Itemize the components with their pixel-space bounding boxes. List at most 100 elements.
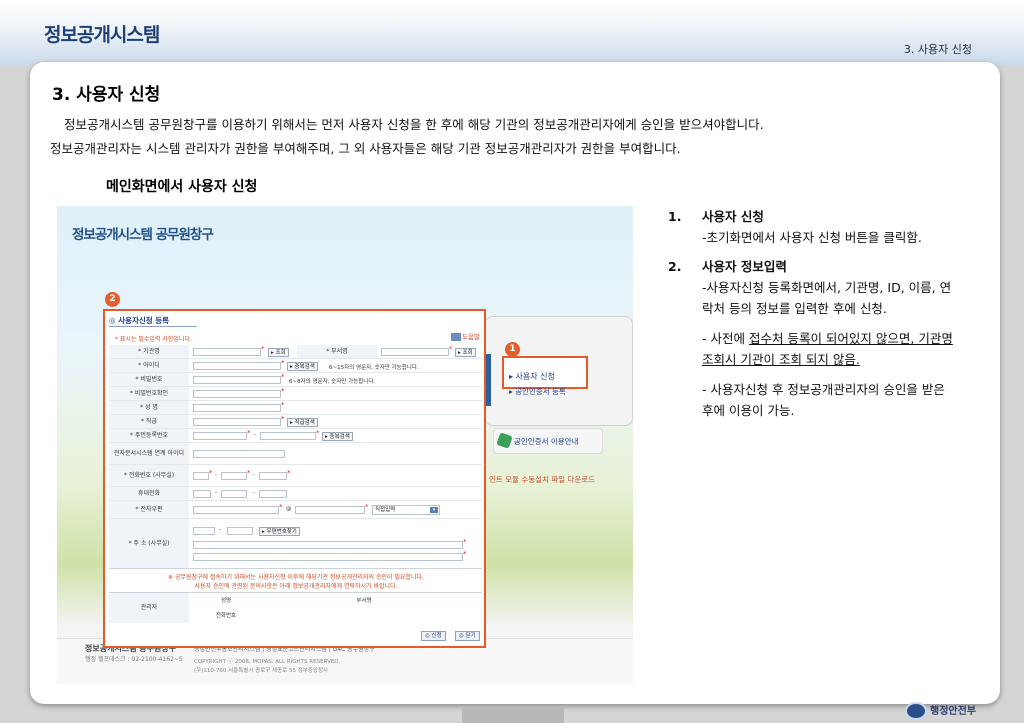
cert-guide-button[interactable]: 공인인증서 이용안내	[493, 428, 603, 454]
mobile-input-2[interactable]	[221, 490, 247, 498]
address-input-1[interactable]	[193, 541, 463, 549]
password-confirm-input[interactable]	[193, 390, 281, 398]
mobile-input-3[interactable]	[259, 490, 287, 498]
footer-copyright: COPYRIGHT ⓒ 2008, MOPAS. ALL RIGHTS RESE…	[194, 658, 340, 676]
required-mark: *	[261, 345, 265, 353]
password-confirm-label: * 비밀번호확인	[109, 387, 189, 400]
step-badge-2: 2	[105, 292, 120, 307]
address-input-2[interactable]	[193, 553, 463, 561]
ministry-name: 행정안전부	[930, 706, 976, 717]
dash-1-prefix: - 사전에	[702, 331, 749, 346]
row-mobile: 휴대전화 - -	[109, 487, 482, 501]
header-band: 정보공개시스템 3. 사용자 신청	[0, 0, 1024, 66]
row-rrn: * 주민등록번호 * - * ▸ 중복검색	[109, 429, 482, 443]
row-password-confirm: * 비밀번호확인 *	[109, 387, 482, 401]
breadcrumb: 3. 사용자 신청	[903, 43, 972, 56]
password-input[interactable]	[193, 376, 281, 384]
chevron-down-icon: ▾	[430, 507, 438, 513]
certificate-icon	[496, 432, 513, 449]
email-domain-input[interactable]	[295, 506, 365, 514]
scroll-tab[interactable]	[462, 706, 564, 723]
intro-line-1: 정보공개시스템 공무원창구를 이용하기 위해서는 먼저 사용자 신청을 한 후에…	[64, 117, 764, 132]
required-mark: *	[365, 503, 369, 511]
note-dash-1: - 사전에 접수처 등록이 되어있지 않으면, 기관명 조회시 기관이 조회 되…	[668, 328, 953, 370]
zip-input-1[interactable]	[193, 527, 215, 535]
brand-title: 정보공개시스템	[44, 24, 160, 46]
position-label: * 직급	[109, 415, 189, 428]
id-hint: 6~15자의 영문자, 숫자만 가능합니다.	[329, 365, 419, 371]
row-email: * 전자우편 * @ * 직접입력 ▾	[109, 501, 482, 519]
help-icon	[451, 333, 462, 341]
email-at: @	[286, 506, 292, 512]
email-user-input[interactable]	[193, 506, 279, 514]
mobile-input-1[interactable]	[193, 490, 211, 498]
note-heading-2: 사용자 정보입력	[702, 259, 787, 274]
note-body-1: -초기화면에서 사용자 신청 버튼을 클릭함.	[702, 230, 922, 245]
row-address: * 주 소 (사무실) - ▸ 우편번호찾기 * *	[109, 519, 482, 569]
mobile-label: 휴대전화	[109, 487, 189, 500]
rrn-first-input[interactable]	[193, 432, 247, 440]
dash: -	[215, 472, 217, 478]
org-search-button[interactable]: ▸ 조회	[268, 348, 289, 357]
required-mark: *	[281, 401, 285, 409]
dept-input[interactable]	[381, 348, 449, 356]
required-mark: *	[281, 373, 285, 381]
tel-input-2[interactable]	[221, 472, 247, 480]
intro-line-2: 정보공개관리자는 시스템 관리자가 권한을 부여해주며, 그 외 사용자들은 해…	[50, 141, 681, 156]
row-position: * 직급 * ▸ 직급검색	[109, 415, 482, 429]
close-button[interactable]: ◎ 닫기	[455, 631, 480, 641]
manager-label: 관리자	[109, 593, 189, 623]
id-dup-check-button[interactable]: ▸ 중복검색	[287, 362, 318, 371]
required-mark: *	[463, 550, 467, 558]
row-name: * 성 명 *	[109, 401, 482, 415]
footer-tel: 행정 헬프데스크 : 02-2100-4162~5	[85, 656, 183, 663]
dept-label: * 부서명	[297, 345, 377, 358]
dash: -	[215, 490, 217, 496]
step-badge-1: 1	[505, 342, 520, 357]
download-link[interactable]: 인트 모듈 수동설치 파일 다운로드	[489, 474, 595, 485]
name-input[interactable]	[193, 404, 281, 412]
note-number-1: 1.	[668, 209, 682, 224]
password-label: * 비밀번호	[109, 373, 189, 386]
address-line: (우)110-760 서울특별시 종로구 세종로 55 정부중앙청사	[194, 668, 329, 674]
cert-register-link[interactable]: ▸ 공인인증서 등록	[509, 386, 566, 397]
tel-input-1[interactable]	[193, 472, 209, 480]
row-password: * 비밀번호 * 6~8자의 영문자, 숫자만 가능합니다.	[109, 373, 482, 387]
org-input[interactable]	[193, 348, 261, 356]
org-label: * 기관명	[109, 345, 189, 358]
tel-input-3[interactable]	[259, 472, 287, 480]
tel-label: * 전화번호 (사무실)	[109, 465, 189, 486]
required-mark: *	[281, 359, 285, 367]
intro-paragraph: 정보공개시스템 공무원창구를 이용하기 위해서는 먼저 사용자 신청을 한 후에…	[50, 113, 970, 161]
edoc-id-input[interactable]	[193, 450, 285, 458]
section-title: 3. 사용자 신청	[52, 85, 161, 105]
notice-line-2: 사용자 승인에 관련된 문의사항은 아래 정보공개관리자에게 연락하시기 바랍니…	[194, 583, 398, 590]
dash: -	[253, 472, 255, 478]
help-button[interactable]: 도움말	[451, 331, 480, 341]
position-input[interactable]	[193, 418, 281, 426]
edoc-id-label: 전자문서시스템 연계 아이디	[109, 443, 189, 464]
id-input[interactable]	[193, 362, 281, 370]
email-select-value: 직접입력	[375, 507, 396, 513]
dept-search-button[interactable]: ▸ 조회	[455, 348, 476, 357]
instruction-notes: 1. 사용자 신청 -초기화면에서 사용자 신청 버튼을 클릭함. 2. 사용자…	[668, 206, 953, 421]
manager-table: 관리자 성명 부서명 전화번호	[109, 592, 482, 623]
dash: -	[254, 432, 256, 438]
zip-search-button[interactable]: ▸ 우편번호찾기	[259, 527, 300, 536]
manager-dept-label: 부서명	[356, 598, 372, 604]
rrn-second-input[interactable]	[260, 432, 316, 440]
required-note: * 표시는 필수입력 사항입니다.	[115, 336, 192, 343]
manager-name-label: 성명	[220, 598, 232, 604]
dash: -	[253, 490, 255, 496]
rrn-dup-check-button[interactable]: ▸ 중복검색	[322, 432, 353, 441]
user-registration-form: ◎ 사용자신청 등록 * 표시는 필수입력 사항입니다. 도움말 * 기관명 *…	[103, 309, 486, 648]
zip-input-2[interactable]	[227, 527, 253, 535]
submit-button[interactable]: ◎ 신청	[421, 631, 446, 641]
approval-notice: ※ 공무원창구에 접속하기 위해서는 사용자신청 이후에 해당기관 정보공개관리…	[111, 573, 481, 591]
user-apply-link[interactable]: ▸ 사용자 신청	[509, 371, 555, 382]
position-search-button[interactable]: ▸ 직급검색	[287, 418, 318, 427]
email-domain-select[interactable]: 직접입력 ▾	[372, 505, 440, 515]
copyright-line: COPYRIGHT ⓒ 2008, MOPAS. ALL RIGHTS RESE…	[194, 659, 341, 665]
rrn-label: * 주민등록번호	[109, 429, 189, 442]
required-mark: *	[281, 387, 285, 395]
